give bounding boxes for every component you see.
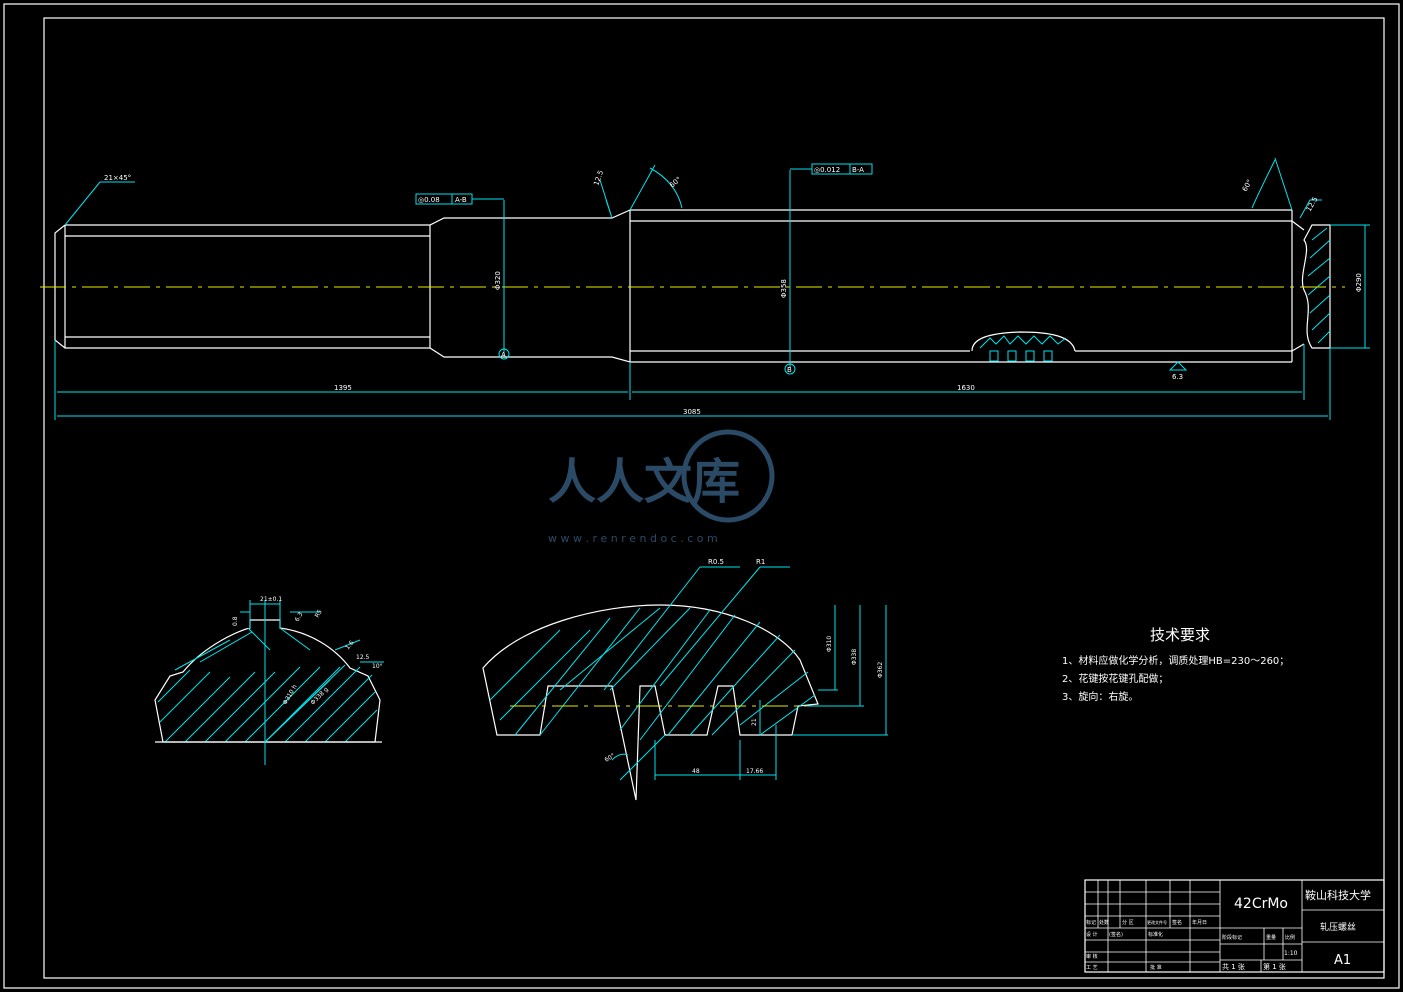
d48-label: 48 [692, 768, 700, 775]
d310-label: Φ310 [826, 636, 833, 652]
school-label: 鞍山科技大学 [1305, 888, 1371, 902]
rough-3-label: 6.3 [1172, 373, 1183, 381]
tb-design-label: 设 计 [1086, 931, 1098, 938]
angle-1-label: 60° [668, 175, 683, 189]
len-right-label: 1630 [957, 384, 975, 392]
shaft-main-view [40, 209, 1345, 363]
len-total-label: 3085 [683, 408, 701, 416]
tb-label-0: 标记 [1086, 919, 1096, 926]
dia-b-label: Φ358 [780, 279, 788, 298]
watermark-url: w w w . r e n r e n d o c . c o m [548, 532, 718, 545]
tb-process-label: 工 艺 [1086, 965, 1098, 971]
drawing-sheet: 21×45° ◎0.08 A-B ◎0.012 B-A 12.5 60° 60°… [3, 3, 1400, 989]
tb-review-label: 审 核 [1086, 953, 1098, 960]
spline-small-0: 0.8 [232, 616, 239, 626]
d338-label: Φ338 [851, 649, 858, 665]
tb-designer: (签名) [1109, 931, 1123, 938]
spline-small-3: 1.6 [344, 639, 356, 651]
spline-small-5: 10° [372, 663, 383, 670]
part-name-label: 轧压螺丝 [1320, 921, 1356, 933]
spline-small-1: 6.3 [294, 611, 305, 623]
total-sheets-label: 共 1 张 [1222, 962, 1245, 971]
tb-weight-label: 重量 [1266, 934, 1276, 941]
tb-label-3: 更改文件号 [1147, 919, 1167, 925]
datum-a-label: A [501, 351, 506, 359]
spline-width-label: 21±0.1 [260, 596, 282, 603]
spline-section-view: 21±0.1 0.8 6.3 R5 1.6 12.5 10° Φ310 h Φ3… [154, 596, 384, 765]
tb-approve-label: 批 准 [1150, 964, 1162, 971]
spline-small-4: 12.5 [356, 654, 370, 661]
watermark: 人人文库 w w w . r e n r e n d o c . c o m [548, 429, 775, 545]
rough-1-label: 12.5 [592, 169, 605, 186]
sheet-size-label: A1 [1334, 953, 1351, 968]
tb-label-1: 处数 [1099, 919, 1109, 926]
technical-requirements: 技术要求 1、材料应做化学分析，调质处理HB=230～260； 2、花键按花键孔… [1062, 626, 1289, 703]
tb-label-4: 签名 [1172, 919, 1182, 926]
len-left-label: 1395 [334, 384, 352, 392]
angle-2-label: 60° [1241, 178, 1254, 193]
title-block: 42CrMo 鞍山科技大学 轧压螺丝 A1 1:10 共 1 张 第 1 张 标… [1084, 879, 1385, 973]
spline-small-2: R5 [314, 608, 324, 619]
tb-std-label: 标准化 [1148, 931, 1163, 938]
tech-item-3: 3、旋向：右旋。 [1062, 690, 1138, 703]
watermark-logo: 人人文库 [548, 454, 740, 510]
d21-label: 21 [751, 718, 758, 726]
sheet-no-label: 第 1 张 [1263, 962, 1286, 971]
tol-b-label: ◎0.012 [814, 166, 840, 174]
tol-b-ref-label: B-A [852, 166, 864, 174]
tb-label-2: 分 区 [1122, 919, 1134, 926]
tech-item-2: 2、花键按花键孔配做； [1062, 672, 1168, 685]
tb-scale-label: 比例 [1285, 934, 1295, 941]
tol-a-ref-label: A-B [455, 196, 467, 204]
tech-title: 技术要求 [1150, 626, 1210, 644]
tech-item-1: 1、材料应做化学分析，调质处理HB=230～260； [1062, 654, 1289, 667]
dia-a-label: Φ320 [494, 271, 502, 290]
ang-bottom-label: 60° [604, 752, 617, 763]
scale-label: 1:10 [1284, 950, 1298, 957]
d1766-label: 17.66 [746, 768, 763, 775]
datum-b-label: B [787, 366, 792, 374]
d362-label: Φ362 [877, 662, 884, 678]
dia-end-label: Φ290 [1355, 273, 1363, 292]
tb-stage-label: 阶段标记 [1222, 934, 1242, 941]
material-label: 42CrMo [1234, 896, 1288, 912]
r1-label: R1 [756, 558, 765, 566]
rough-2-label: 12.5 [1305, 195, 1320, 213]
r05-label: R0.5 [708, 558, 724, 566]
main-dimension-texts: 21×45° ◎0.08 A-B ◎0.012 B-A 12.5 60° 60°… [104, 166, 1363, 416]
tb-label-5: 年月日 [1192, 919, 1207, 926]
tol-a-label: ◎0.08 [418, 196, 440, 204]
chamfer-left-label: 21×45° [104, 174, 131, 182]
spline-dia-1-label: Φ310 h [282, 683, 299, 706]
thread-profile-view: R0.5 R1 Φ310 Φ338 Φ362 21 48 17.66 60° [482, 558, 888, 801]
